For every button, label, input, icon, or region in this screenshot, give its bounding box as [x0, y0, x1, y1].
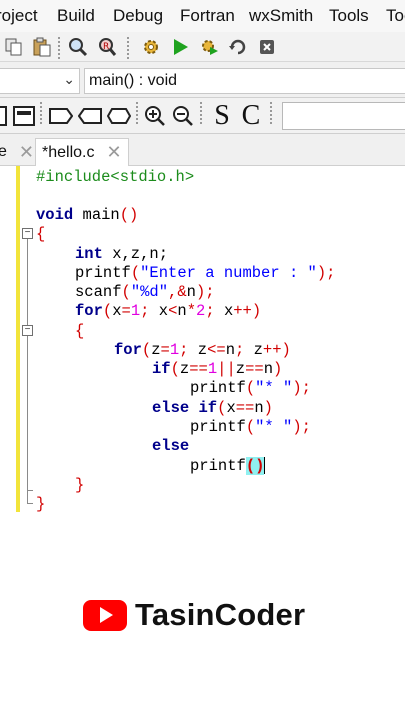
- menu-tools[interactable]: Tools: [329, 6, 369, 26]
- select-mode-button[interactable]: S: [210, 100, 234, 131]
- fold-end-marker: [27, 490, 33, 491]
- code-line-for-inner: for(z=1; z<=n; z++): [114, 341, 291, 359]
- find-icon[interactable]: [66, 35, 90, 59]
- modified-lines-marker: [16, 166, 20, 512]
- fold-toggle-icon[interactable]: −: [22, 228, 33, 239]
- main-toolbar: R: [0, 32, 405, 62]
- editor-toolbar: S C: [0, 98, 405, 134]
- code-line-scanf: scanf("%d",&n);: [75, 283, 215, 301]
- close-icon[interactable]: ✕: [106, 142, 121, 163]
- fold-toggle-icon[interactable]: −: [22, 325, 33, 336]
- menu-wxsmith[interactable]: wxSmith: [249, 6, 313, 26]
- uncomment-icon[interactable]: [12, 102, 36, 130]
- code-line-decl: int x,z,n;: [75, 245, 169, 263]
- fold-line: [27, 239, 28, 503]
- editor-tab-bar: e ✕ *hello.c ✕: [0, 134, 405, 166]
- copy-icon[interactable]: [2, 35, 26, 59]
- menu-build[interactable]: Build: [57, 6, 95, 26]
- code-line-close-main: }: [36, 495, 46, 513]
- channel-watermark: TasinCoder: [83, 597, 305, 633]
- search-input[interactable]: [282, 102, 405, 130]
- brace-match-highlight: (): [245, 457, 265, 475]
- code-line-open-main: {: [36, 225, 46, 243]
- tab-label: e: [0, 143, 7, 160]
- code-line-printf-empty: printf(): [190, 457, 266, 475]
- toolbar-separator: [136, 102, 139, 124]
- toolbar-separator: [270, 102, 273, 124]
- toolbar-separator: [40, 102, 43, 124]
- run-icon[interactable]: [168, 35, 192, 59]
- menu-bar: roject Build Debug Fortran wxSmith Tools…: [0, 0, 405, 32]
- toolbar-separator: [200, 102, 203, 124]
- code-editor[interactable]: − − #include<stdio.h> void main() { int …: [0, 166, 405, 720]
- paste-icon[interactable]: [30, 35, 54, 59]
- code-line-close-for: }: [75, 476, 85, 494]
- chevron-down-icon: ⌄: [63, 71, 75, 87]
- bookmark-next-icon[interactable]: [106, 102, 132, 130]
- code-line-for-outer: for(x=1; x<n*2; x++): [75, 302, 262, 320]
- menu-fortran[interactable]: Fortran: [180, 6, 235, 26]
- fold-end-marker: [27, 503, 33, 504]
- code-line-main: void main(): [36, 206, 139, 224]
- function-combo[interactable]: main() : void: [84, 68, 405, 94]
- code-line-printf-prompt: printf("Enter a number : ");: [75, 264, 336, 282]
- tab-label: *hello.c: [42, 143, 95, 161]
- code-completion-toolbar: ⌄ main() : void: [0, 62, 405, 98]
- build-gear-icon[interactable]: [139, 35, 163, 59]
- code-line-if: if(z==1||z==n): [152, 360, 283, 378]
- svg-text:R: R: [103, 42, 109, 52]
- youtube-logo-icon: [83, 599, 127, 631]
- code-line-open-for: {: [75, 322, 85, 340]
- code-line-include: #include<stdio.h>: [36, 168, 195, 186]
- menu-project[interactable]: roject: [0, 6, 38, 26]
- toolbar-separator: [58, 37, 61, 59]
- code-line-else: else: [152, 437, 190, 455]
- bookmark-toggle-icon[interactable]: [48, 102, 74, 130]
- abort-icon[interactable]: [255, 35, 279, 59]
- code-line-printf-star1: printf("* ");: [190, 379, 311, 397]
- build-run-icon[interactable]: [197, 35, 221, 59]
- zoom-in-icon[interactable]: [143, 102, 167, 130]
- text-caret: [264, 457, 266, 475]
- code-line-else-if: else if(x==n): [152, 399, 273, 417]
- zoom-out-icon[interactable]: [171, 102, 195, 130]
- code-line-printf-star2: printf("* ");: [190, 418, 311, 436]
- toolbar-separator: [127, 37, 130, 59]
- cursor-mode-button[interactable]: C: [239, 100, 263, 131]
- scope-combo[interactable]: ⌄: [0, 68, 80, 94]
- bookmark-prev-icon[interactable]: [77, 102, 103, 130]
- menu-tools-plus[interactable]: Too: [386, 6, 405, 26]
- replace-icon[interactable]: R: [95, 35, 119, 59]
- rebuild-icon[interactable]: [226, 35, 250, 59]
- block-comment-icon[interactable]: [0, 102, 8, 130]
- menu-debug[interactable]: Debug: [113, 6, 163, 26]
- tab-hello-c[interactable]: *hello.c ✕: [35, 138, 129, 166]
- channel-name: TasinCoder: [135, 597, 306, 632]
- tab-previous-file[interactable]: e ✕: [0, 138, 40, 166]
- close-icon[interactable]: ✕: [19, 142, 34, 163]
